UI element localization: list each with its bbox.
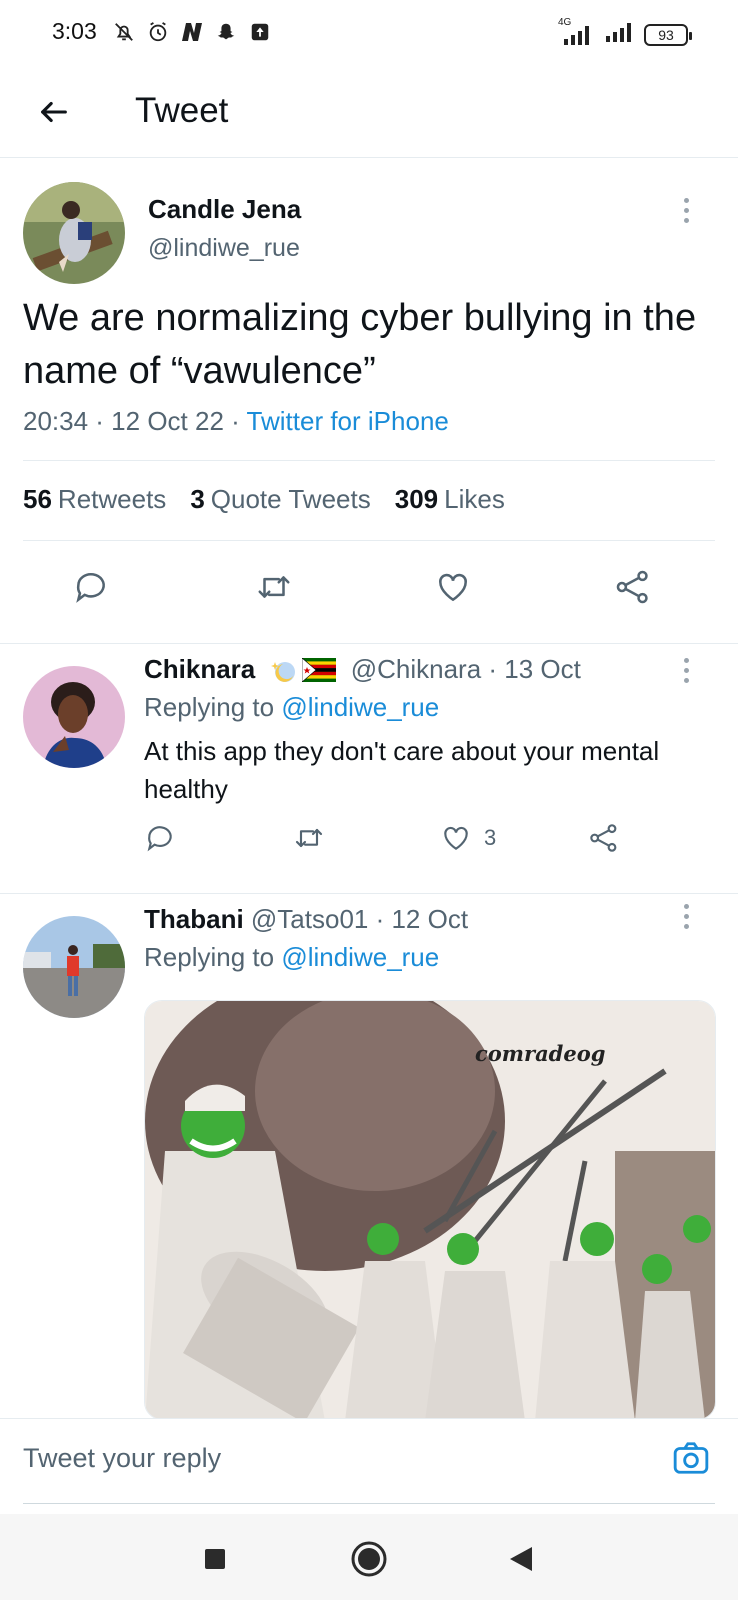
like-button[interactable] bbox=[434, 568, 472, 606]
status-icons-left bbox=[112, 20, 272, 44]
media-image[interactable]: comradeog bbox=[144, 1000, 716, 1420]
battery-icon: 93 bbox=[644, 23, 692, 46]
quotes-stat[interactable]: 3 Quote Tweets bbox=[190, 484, 370, 515]
media-watermark: comradeog bbox=[475, 1041, 606, 1066]
retweets-count: 56 bbox=[23, 484, 52, 514]
more-options-button[interactable] bbox=[671, 190, 701, 230]
likes-stat[interactable]: 309 Likes bbox=[395, 484, 505, 515]
tweet-timestamp: 20:34 · 12 Oct 22 · bbox=[23, 406, 247, 436]
like-button[interactable]: 3 bbox=[440, 822, 496, 854]
share-button[interactable] bbox=[614, 568, 652, 606]
author-handle[interactable]: @lindiwe_rue bbox=[148, 234, 300, 263]
divider bbox=[23, 540, 715, 541]
signal-4g-icon: 4G bbox=[558, 17, 594, 47]
like-count: 3 bbox=[484, 825, 497, 850]
tweet-text: We are normalizing cyber bullying in the… bbox=[23, 297, 697, 392]
retweet-button[interactable] bbox=[254, 568, 294, 606]
reply-button[interactable] bbox=[144, 822, 176, 854]
replying-prefix: Replying to bbox=[144, 942, 282, 972]
replying-to: Replying to @lindiwe_rue bbox=[144, 692, 439, 723]
heart-icon bbox=[444, 826, 468, 850]
snapchat-icon bbox=[214, 20, 238, 44]
retweet-icon bbox=[295, 828, 323, 848]
network-type-label: 4G bbox=[558, 16, 572, 28]
likes-label: Likes bbox=[444, 484, 505, 514]
reply-tweet[interactable]: Chiknara @Chiknara · 13 Oct Replying to … bbox=[0, 644, 738, 894]
sparkle-moon-icon bbox=[270, 662, 295, 683]
page-title: Tweet bbox=[135, 91, 229, 130]
circle-icon bbox=[351, 1541, 387, 1577]
quotes-label: Quote Tweets bbox=[210, 484, 371, 514]
home-button[interactable] bbox=[344, 1534, 394, 1584]
replying-to: Replying to @lindiwe_rue bbox=[144, 942, 439, 973]
reply-header: Thabani @Tatso01 · 12 Oct bbox=[144, 904, 468, 935]
reply-header: Chiknara @Chiknara · 13 Oct bbox=[144, 654, 581, 685]
status-time: 3:03 bbox=[52, 18, 97, 44]
divider bbox=[23, 460, 715, 461]
reply-text: At this app they don't care about your m… bbox=[144, 736, 660, 804]
reply-author-name[interactable]: Thabani bbox=[144, 904, 244, 934]
avatar[interactable] bbox=[23, 666, 125, 768]
camera-icon bbox=[673, 1442, 709, 1474]
replying-to-mention[interactable]: @lindiwe_rue bbox=[281, 942, 439, 972]
zimbabwe-flag-icon bbox=[301, 658, 336, 683]
tweet-meta: 20:34 · 12 Oct 22 · Twitter for iPhone bbox=[23, 406, 449, 437]
upload-icon bbox=[248, 20, 272, 44]
heart-icon bbox=[439, 573, 467, 602]
main-tweet: Candle Jena @lindiwe_rue We are normaliz… bbox=[0, 158, 738, 644]
arrow-left-icon bbox=[41, 101, 67, 123]
back-nav-button[interactable] bbox=[496, 1534, 546, 1584]
back-button[interactable] bbox=[28, 86, 80, 138]
recents-button[interactable] bbox=[190, 1534, 240, 1584]
composer-underline bbox=[23, 1503, 715, 1504]
tweet-source-link[interactable]: Twitter for iPhone bbox=[247, 406, 449, 436]
quotes-count: 3 bbox=[190, 484, 205, 514]
comment-icon bbox=[76, 572, 105, 603]
header: Tweet bbox=[0, 66, 738, 158]
replying-prefix: Replying to bbox=[144, 692, 282, 722]
share-icon bbox=[616, 570, 648, 604]
reply-input[interactable] bbox=[23, 1433, 583, 1483]
reply-handle-date: @Chiknara · 13 Oct bbox=[350, 654, 581, 684]
reply-author-name[interactable]: Chiknara bbox=[144, 654, 255, 684]
meme-image bbox=[145, 1001, 715, 1419]
system-nav-bar bbox=[0, 1514, 738, 1600]
camera-button[interactable] bbox=[666, 1433, 716, 1483]
share-icon bbox=[590, 824, 617, 852]
avatar[interactable] bbox=[23, 182, 125, 284]
reply-composer bbox=[0, 1418, 738, 1514]
status-icons-right: 4G 93 bbox=[558, 17, 692, 49]
bell-off-icon bbox=[112, 20, 136, 44]
alarm-icon bbox=[146, 20, 170, 44]
more-options-button[interactable] bbox=[671, 896, 701, 936]
retweets-label: Retweets bbox=[57, 484, 167, 514]
comment-icon bbox=[147, 826, 172, 852]
avatar[interactable] bbox=[23, 916, 125, 1018]
likes-count: 309 bbox=[394, 484, 439, 514]
signal-icon bbox=[604, 20, 634, 49]
reply-button[interactable] bbox=[72, 568, 110, 606]
retweet-icon bbox=[258, 576, 290, 598]
tweet-stats: 56 Retweets 3 Quote Tweets 309 Likes bbox=[23, 484, 505, 515]
replying-to-mention[interactable]: @lindiwe_rue bbox=[281, 692, 439, 722]
tweet-actions bbox=[0, 558, 738, 622]
share-button[interactable] bbox=[588, 822, 620, 854]
triangle-back-icon bbox=[510, 1547, 532, 1571]
status-bar: 3:03 4G 93 bbox=[0, 0, 738, 66]
retweets-stat[interactable]: 56 Retweets bbox=[23, 484, 166, 515]
square-icon bbox=[205, 1549, 225, 1569]
reply-handle-date: @Tatso01 · 12 Oct bbox=[250, 904, 469, 934]
reply-tweet[interactable]: Thabani @Tatso01 · 12 Oct Replying to @l… bbox=[0, 894, 738, 1420]
retweet-button[interactable] bbox=[292, 822, 326, 854]
flags bbox=[269, 658, 336, 684]
author-name[interactable]: Candle Jena bbox=[148, 194, 301, 225]
n-app-icon bbox=[180, 20, 204, 44]
more-options-button[interactable] bbox=[671, 650, 701, 690]
